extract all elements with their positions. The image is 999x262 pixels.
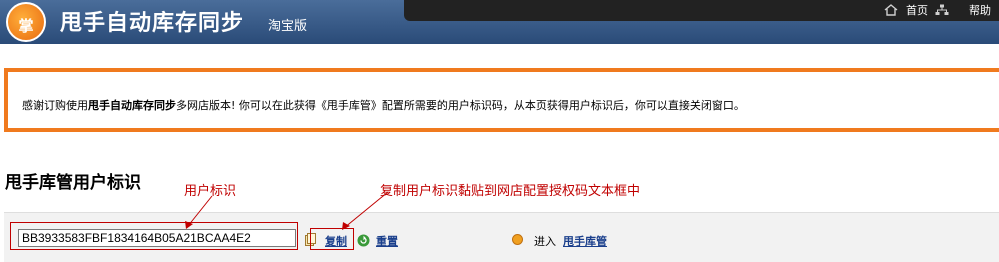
arrow-to-user-id	[187, 195, 213, 227]
arrowhead-user-id	[185, 221, 193, 229]
annotation-arrows	[185, 191, 389, 230]
arrowhead-copy	[342, 222, 350, 230]
arrow-to-copy	[343, 191, 389, 229]
